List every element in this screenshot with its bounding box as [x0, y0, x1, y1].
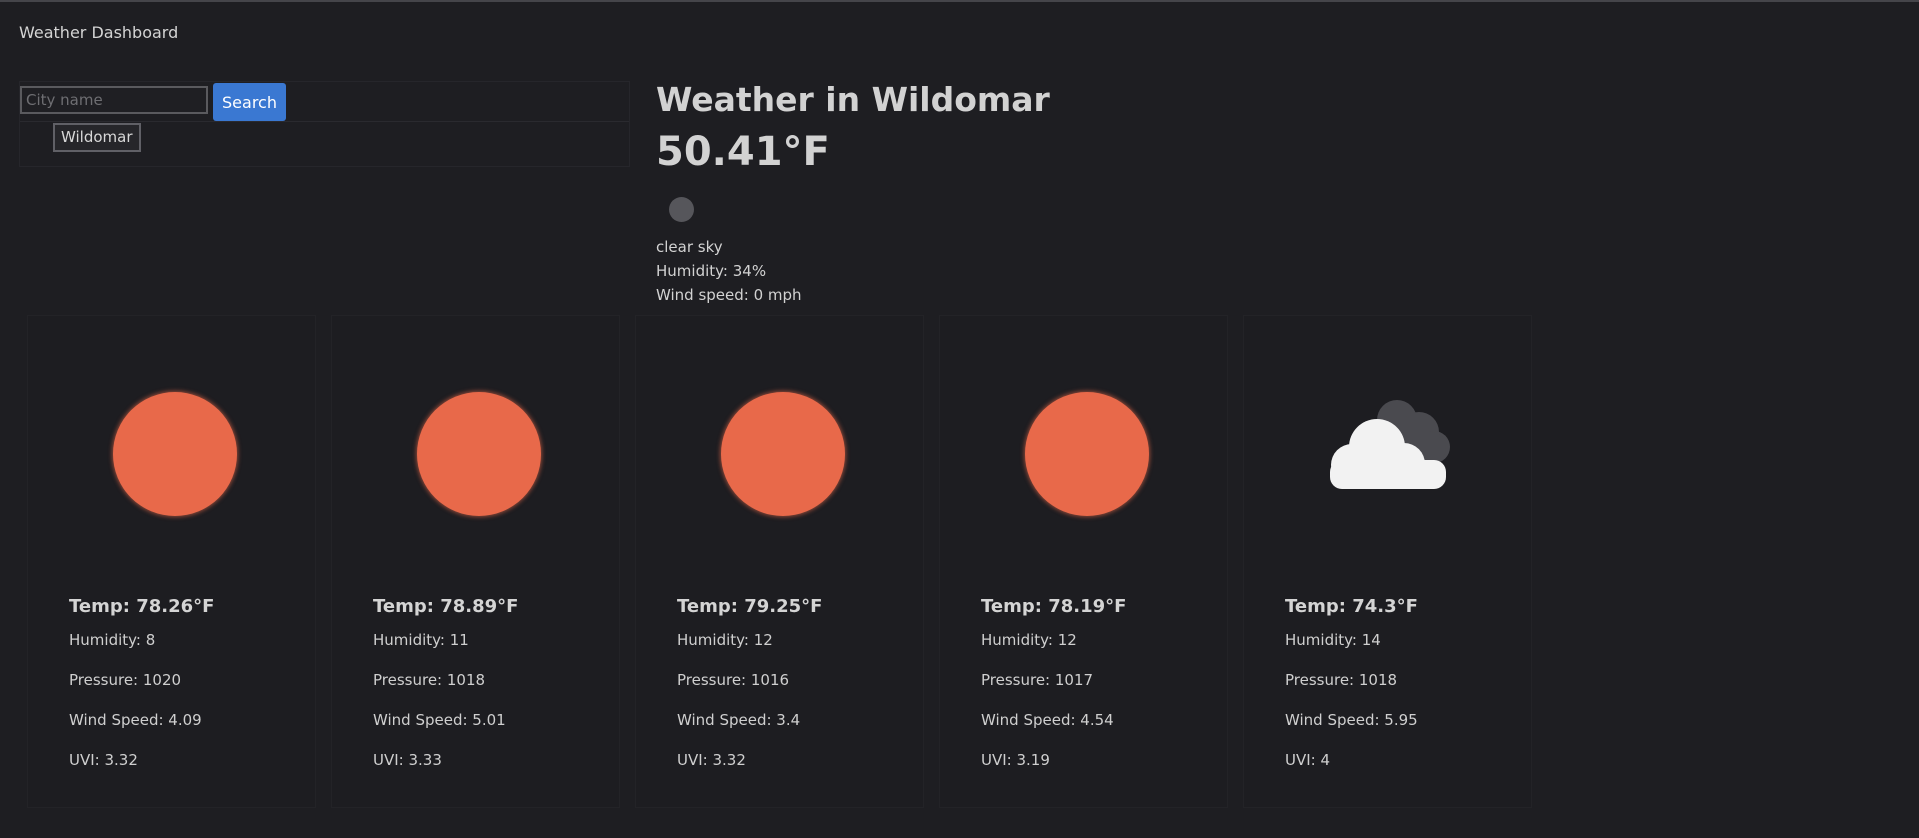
- forecast-temp: Temp: 78.26°F: [69, 596, 215, 617]
- current-weather-title: Weather in Wildomar: [656, 80, 1050, 119]
- forecast-humidity: Humidity: 12: [981, 631, 1077, 649]
- forecast-temp: Temp: 78.89°F: [373, 596, 519, 617]
- forecast-card: Temp: 79.25°F Humidity: 12 Pressure: 101…: [635, 315, 924, 808]
- forecast-wind-speed: Wind Speed: 4.54: [981, 711, 1114, 729]
- forecast-temp: Temp: 78.19°F: [981, 596, 1127, 617]
- current-wind-speed: Wind speed: 0 mph: [656, 286, 802, 304]
- forecast-uvi: UVI: 3.33: [373, 751, 442, 769]
- forecast-temp: Temp: 74.3°F: [1285, 596, 1418, 617]
- forecast-card: Temp: 78.26°F Humidity: 8 Pressure: 1020…: [27, 315, 316, 808]
- sun-icon: [86, 380, 256, 516]
- current-temperature: 50.41°F: [656, 129, 830, 175]
- forecast-pressure: Pressure: 1016: [677, 671, 790, 689]
- search-input[interactable]: [20, 86, 208, 114]
- forecast-uvi: UVI: 4: [1285, 751, 1331, 769]
- forecast-uvi: UVI: 3.32: [69, 751, 138, 769]
- sun-icon: [390, 380, 560, 516]
- forecast-temp: Temp: 79.25°F: [677, 596, 823, 617]
- window-top-border: [0, 0, 1919, 2]
- forecast-pressure: Pressure: 1018: [373, 671, 486, 689]
- forecast-card: Temp: 78.19°F Humidity: 12 Pressure: 101…: [939, 315, 1228, 808]
- history-divider: [20, 121, 629, 122]
- forecast-humidity: Humidity: 14: [1285, 631, 1381, 649]
- weather-icon: [669, 197, 694, 222]
- forecast-humidity: Humidity: 11: [373, 631, 469, 649]
- current-humidity: Humidity: 34%: [656, 262, 767, 280]
- forecast-uvi: UVI: 3.19: [981, 751, 1050, 769]
- forecast-wind-speed: Wind Speed: 4.09: [69, 711, 202, 729]
- forecast-pressure: Pressure: 1018: [1285, 671, 1398, 689]
- forecast-wind-speed: Wind Speed: 5.01: [373, 711, 506, 729]
- partly-cloudy-icon: [1302, 380, 1472, 510]
- forecast-uvi: UVI: 3.32: [677, 751, 746, 769]
- history-item-wildomar[interactable]: Wildomar: [53, 123, 141, 152]
- forecast-pressure: Pressure: 1017: [981, 671, 1094, 689]
- search-button[interactable]: Search: [213, 83, 286, 121]
- app-title: Weather Dashboard: [19, 23, 179, 42]
- sun-icon: [694, 380, 864, 516]
- forecast-card: Temp: 78.89°F Humidity: 11 Pressure: 101…: [331, 315, 620, 808]
- forecast-humidity: Humidity: 12: [677, 631, 773, 649]
- forecast-humidity: Humidity: 8: [69, 631, 156, 649]
- current-description: clear sky: [656, 238, 723, 256]
- forecast-card: Temp: 74.3°F Humidity: 14 Pressure: 1018…: [1243, 315, 1532, 808]
- forecast-wind-speed: Wind Speed: 3.4: [677, 711, 801, 729]
- forecast-pressure: Pressure: 1020: [69, 671, 182, 689]
- forecast-wind-speed: Wind Speed: 5.95: [1285, 711, 1418, 729]
- sun-icon: [998, 380, 1168, 516]
